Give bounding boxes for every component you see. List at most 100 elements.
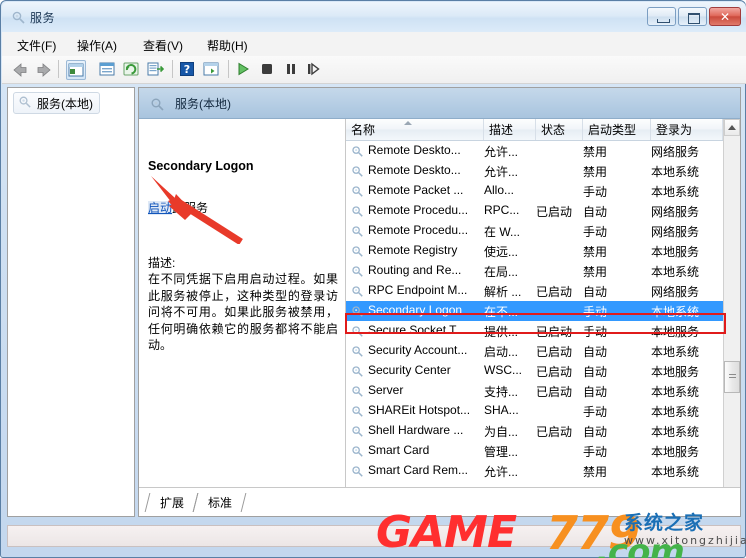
table-row[interactable]: Remote Deskto... 允许... 禁用 本地系统: [346, 161, 723, 181]
cell-name: Routing and Re...: [368, 263, 462, 277]
cell-startup-type: 自动: [583, 385, 608, 399]
cell-logon-as: 网络服务: [651, 285, 700, 299]
service-gear-icon: [350, 224, 364, 238]
tab-extended[interactable]: 扩展: [153, 493, 191, 512]
menu-action[interactable]: 操作(A): [72, 36, 122, 55]
cell-startup-type: 禁用: [583, 145, 608, 159]
table-row[interactable]: RPC Endpoint M... 解析 ... 已启动 自动 网络服务: [346, 281, 723, 301]
refresh-icon[interactable]: [122, 60, 142, 80]
cell-name: Secure Socket T...: [368, 323, 466, 337]
service-gear-icon: [350, 444, 364, 458]
table-row[interactable]: Smart Card Rem... 允许... 禁用 本地系统: [346, 461, 723, 481]
window-title: 服务: [30, 11, 56, 25]
minimize-button[interactable]: [647, 7, 676, 26]
cell-startup-type: 禁用: [583, 245, 608, 259]
cell-logon-as: 网络服务: [651, 145, 700, 159]
cell-name: Security Account...: [368, 343, 468, 357]
table-row[interactable]: Routing and Re... 在局... 禁用 本地系统: [346, 261, 723, 281]
pane-header: 服务(本地): [139, 88, 740, 119]
details-pane: 服务(本地) Secondary Logon 启动此服务 描述: 在不同凭据下启…: [138, 87, 741, 517]
column-header-name[interactable]: 名称: [346, 119, 484, 140]
cell-startup-type: 禁用: [583, 465, 608, 479]
selected-service-title: Secondary Logon: [148, 159, 254, 173]
forward-arrow-icon[interactable]: [34, 60, 54, 80]
help-icon[interactable]: ?: [178, 60, 198, 80]
table-row[interactable]: SHAREit Hotspot... SHA... 手动 本地系统: [346, 401, 723, 421]
service-gear-icon: [350, 464, 364, 478]
cell-logon-as: 网络服务: [651, 205, 700, 219]
show-hide-tree-icon[interactable]: [66, 60, 86, 80]
list-column-headers: 名称 描述 状态 启动类型 登录为: [346, 119, 740, 141]
cell-description: 解析 ...: [484, 285, 522, 299]
toolbar-separator: [172, 60, 173, 78]
cell-logon-as: 本地系统: [651, 345, 700, 359]
list-vertical-scrollbar[interactable]: [723, 119, 740, 504]
table-row[interactable]: Remote Packet ... Allo... 手动 本地系统: [346, 181, 723, 201]
table-row[interactable]: Shell Hardware ... 为自... 已启动 自动 本地系统: [346, 421, 723, 441]
pause-service-icon[interactable]: [282, 60, 302, 80]
menu-bar: 文件(F) 操作(A) 查看(V) 帮助(H): [2, 32, 746, 57]
start-service-link[interactable]: 启动: [148, 201, 173, 215]
maximize-button[interactable]: [678, 7, 707, 26]
description-label: 描述:: [148, 256, 176, 270]
cell-startup-type: 禁用: [583, 265, 608, 279]
service-gear-icon: [350, 304, 364, 318]
cell-name: Remote Procedu...: [368, 203, 469, 217]
cell-startup-type: 手动: [583, 185, 608, 199]
table-row-selected[interactable]: Secondary Logon 在不... 手动 本地系统: [346, 301, 723, 321]
column-header-status[interactable]: 状态: [536, 119, 583, 140]
cell-status: 已启动: [536, 205, 573, 219]
cell-status: 已启动: [536, 345, 573, 359]
close-button[interactable]: ✕: [709, 7, 741, 26]
cell-description: 支持...: [484, 385, 519, 399]
service-gear-icon: [350, 144, 364, 158]
services-list: 名称 描述 状态 启动类型 登录为 Remote Deskto... 允许... 禁…: [346, 119, 740, 504]
service-gear-icon: [350, 404, 364, 418]
export-list-icon[interactable]: [146, 60, 166, 80]
scroll-up-button[interactable]: [724, 119, 740, 136]
table-row[interactable]: Smart Card 管理... 手动 本地服务: [346, 441, 723, 461]
cell-description: 管理...: [484, 445, 519, 459]
menu-help[interactable]: 帮助(H): [202, 36, 253, 55]
cell-name: RPC Endpoint M...: [368, 283, 468, 297]
table-row[interactable]: Remote Procedu... RPC... 已启动 自动 网络服务: [346, 201, 723, 221]
cell-logon-as: 本地服务: [651, 445, 700, 459]
restart-service-icon[interactable]: [304, 60, 324, 80]
column-header-description[interactable]: 描述: [484, 119, 536, 140]
cell-logon-as: 本地服务: [651, 245, 700, 259]
tab-standard[interactable]: 标准: [201, 493, 239, 512]
back-arrow-icon[interactable]: [10, 60, 30, 80]
cell-startup-type: 手动: [583, 225, 608, 239]
table-row[interactable]: Remote Registry 使远... 禁用 本地服务: [346, 241, 723, 261]
cell-logon-as: 本地系统: [651, 185, 700, 199]
service-gear-icon: [350, 364, 364, 378]
table-row[interactable]: Server 支持... 已启动 自动 本地系统: [346, 381, 723, 401]
cell-description: WSC...: [484, 363, 522, 377]
menu-view[interactable]: 查看(V): [138, 36, 188, 55]
scrollbar-thumb[interactable]: [724, 361, 740, 393]
cell-name: Remote Procedu...: [368, 223, 469, 237]
cell-status: 已启动: [536, 365, 573, 379]
stop-service-icon[interactable]: [258, 60, 278, 80]
table-row[interactable]: Remote Deskto... 允许... 禁用 网络服务: [346, 141, 723, 161]
table-row[interactable]: Secure Socket T... 提供... 已启动 手动 本地服务: [346, 321, 723, 341]
cell-status: 已启动: [536, 325, 573, 339]
console-view-icon[interactable]: [202, 60, 222, 80]
cell-status: 已启动: [536, 285, 573, 299]
cell-name: Server: [368, 383, 404, 397]
cell-startup-type: 自动: [583, 205, 608, 219]
services-window: 服务 ✕ 文件(F) 操作(A) 查看(V) 帮助(H) ? 服务(本地) 服务…: [0, 0, 746, 558]
properties-icon[interactable]: [98, 60, 118, 80]
menu-file[interactable]: 文件(F): [12, 36, 61, 55]
column-header-logon-as[interactable]: 登录为: [651, 119, 723, 140]
column-header-startup-type[interactable]: 启动类型: [583, 119, 651, 140]
start-service-icon[interactable]: [234, 60, 254, 80]
table-row[interactable]: Security Center WSC... 已启动 自动 本地服务: [346, 361, 723, 381]
cell-name: Smart Card Rem...: [368, 463, 469, 477]
tree-node-services-local[interactable]: 服务(本地): [13, 92, 100, 114]
service-gear-icon: [350, 264, 364, 278]
table-row[interactable]: Security Account... 启动... 已启动 自动 本地系统: [346, 341, 723, 361]
service-gear-icon: [350, 424, 364, 438]
tree-node-label: 服务(本地): [37, 96, 93, 111]
table-row[interactable]: Remote Procedu... 在 W... 手动 网络服务: [346, 221, 723, 241]
